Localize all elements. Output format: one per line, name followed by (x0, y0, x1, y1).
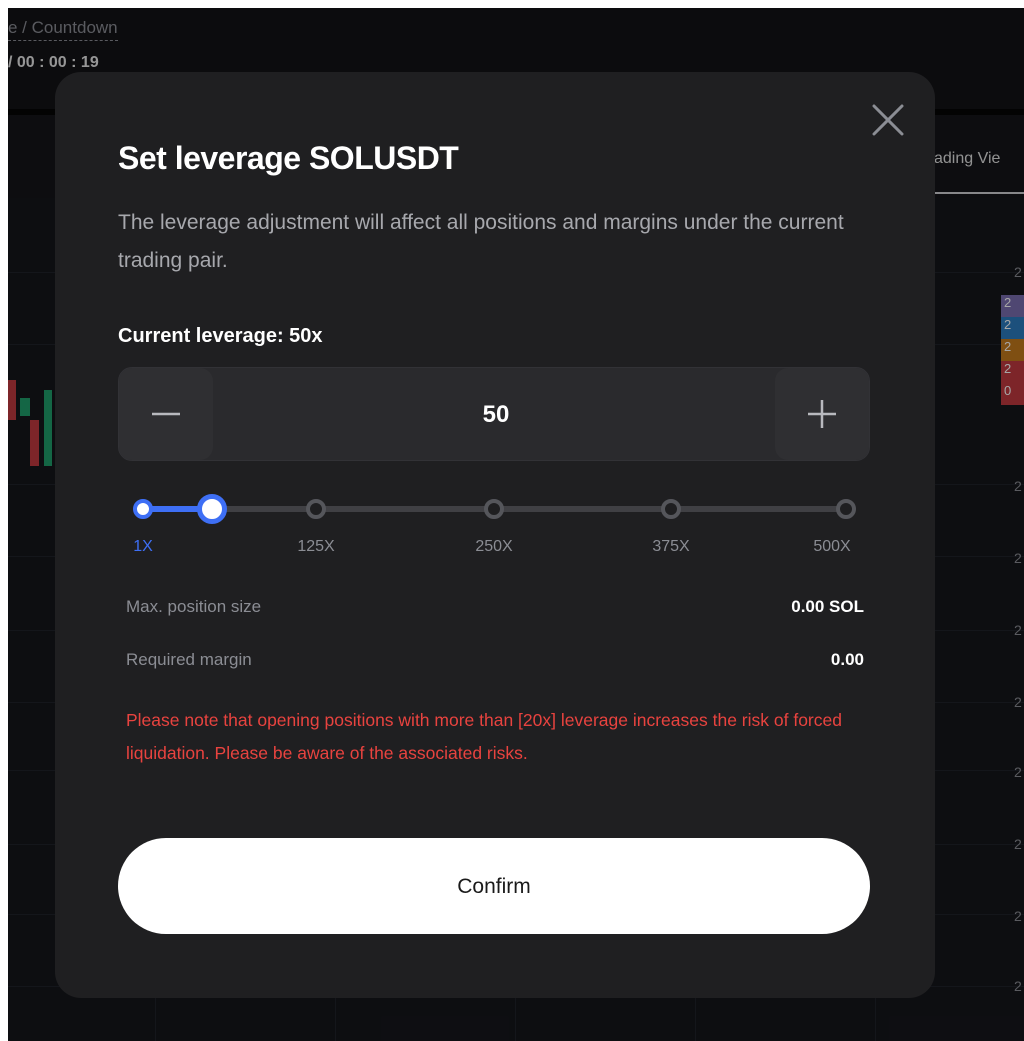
minus-icon (152, 412, 180, 416)
plus-icon (808, 400, 836, 428)
slider-tick-500x[interactable] (836, 499, 856, 519)
info-value: 0.00 SOL (791, 597, 864, 616)
risk-warning: Please note that opening positions with … (126, 710, 842, 763)
slider-thumb[interactable] (197, 494, 228, 524)
slider-mark-label[interactable]: 250X (475, 538, 512, 556)
current-leverage-label: Current leverage: 50x (118, 325, 323, 347)
close-button[interactable] (866, 98, 910, 142)
increment-button[interactable] (775, 368, 869, 460)
leverage-input[interactable] (213, 368, 779, 462)
confirm-button[interactable]: Confirm (118, 838, 870, 934)
info-label: Required margin (126, 650, 252, 669)
close-icon (872, 104, 904, 136)
leverage-slider[interactable] (118, 490, 870, 530)
slider-mark-label[interactable]: 375X (652, 538, 689, 556)
slider-tick-1x[interactable] (133, 499, 153, 519)
slider-tick-125x[interactable] (306, 499, 326, 519)
decrement-button[interactable] (119, 368, 213, 460)
slider-mark-label[interactable]: 500X (813, 538, 850, 556)
info-label: Max. position size (126, 597, 262, 616)
slider-mark-label[interactable]: 125X (297, 538, 334, 556)
leverage-stepper (118, 367, 870, 462)
slider-tick-375x[interactable] (661, 499, 681, 519)
modal-title: Set leverage SOLUSDT (118, 140, 459, 176)
slider-mark-label[interactable]: 1X (133, 538, 153, 556)
modal-description: The leverage adjustment will affect all … (118, 211, 844, 272)
slider-tick-250x[interactable] (484, 499, 504, 519)
info-value: 0.00 (830, 650, 864, 669)
